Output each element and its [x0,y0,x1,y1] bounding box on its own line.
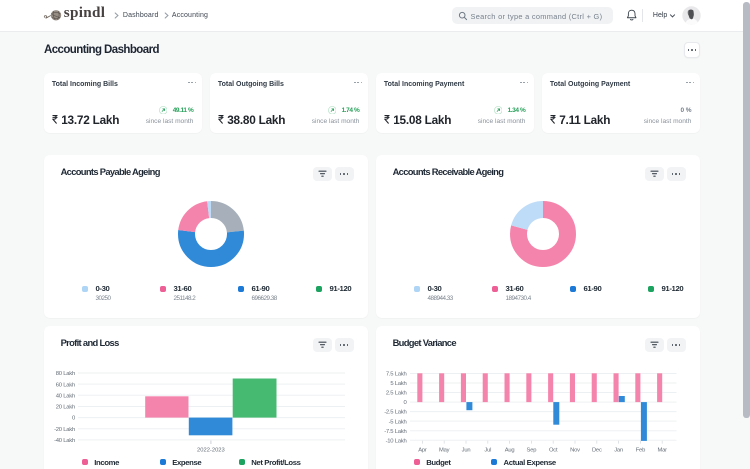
svg-text:80 Lakh: 80 Lakh [56,371,75,377]
svg-text:-5 Lakh: -5 Lakh [389,419,407,425]
svg-text:40 Lakh: 40 Lakh [56,393,75,399]
svg-text:60 Lakh: 60 Lakh [56,382,75,388]
svg-text:Aug: Aug [505,448,515,454]
svg-text:-7.5 Lakh: -7.5 Lakh [384,429,406,435]
svg-text:May: May [439,448,450,454]
svg-text:Jul: Jul [484,448,491,454]
svg-text:7.5 Lakh: 7.5 Lakh [386,372,407,378]
svg-text:-10 Lakh: -10 Lakh [386,438,407,444]
svg-text:Sep: Sep [527,448,537,454]
svg-text:Feb: Feb [636,448,645,454]
svg-text:0: 0 [403,400,407,406]
svg-text:Apr: Apr [418,448,427,454]
svg-text:Dec: Dec [592,448,602,454]
svg-text:Jan: Jan [614,448,623,454]
svg-text:0: 0 [72,416,76,422]
svg-text:2022-2023: 2022-2023 [197,448,225,454]
svg-text:Jun: Jun [462,448,471,454]
svg-text:Nov: Nov [570,448,580,454]
svg-text:5 Lakh: 5 Lakh [390,381,406,387]
svg-text:-2.5 Lakh: -2.5 Lakh [384,410,406,416]
svg-text:-20 Lakh: -20 Lakh [54,427,75,433]
svg-text:Mar: Mar [658,448,668,454]
svg-text:20 Lakh: 20 Lakh [56,405,75,411]
svg-text:-40 Lakh: -40 Lakh [54,438,75,444]
svg-text:2.5 Lakh: 2.5 Lakh [386,391,407,397]
svg-text:Oct: Oct [549,448,558,454]
